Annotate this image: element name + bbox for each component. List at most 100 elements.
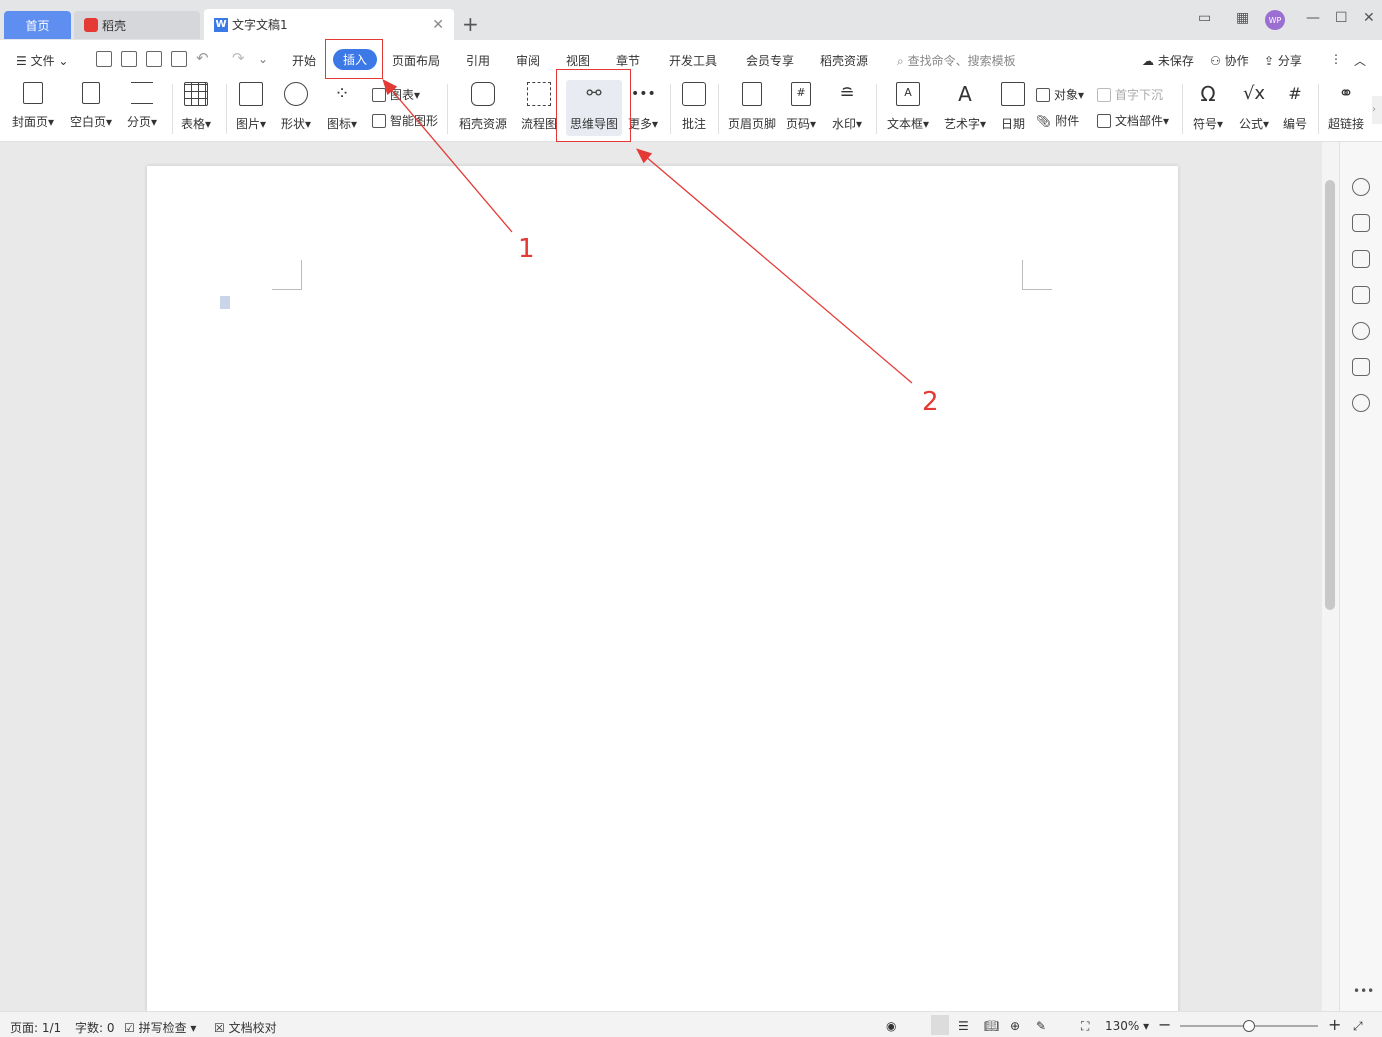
close-tab-icon[interactable]: ✕	[432, 17, 444, 33]
daoke-resources-button[interactable]: 稻壳资源	[459, 82, 507, 132]
collaborate-button[interactable]: ⚇ 协作	[1210, 52, 1249, 69]
undo-icon[interactable]: ↶	[196, 49, 209, 67]
blank-page-button[interactable]: 空白页▾	[70, 82, 112, 130]
file-menu[interactable]: ☰ 文件 ⌄	[16, 52, 68, 69]
page-break-button[interactable]: 分页▾	[127, 82, 157, 130]
formula-label: 公式	[1239, 117, 1264, 131]
scrollbar-thumb[interactable]	[1325, 180, 1335, 610]
menu-review[interactable]: 审阅	[516, 52, 540, 69]
save-icon[interactable]	[96, 51, 112, 67]
sliders-icon[interactable]	[1352, 286, 1370, 304]
command-search[interactable]: ⌕ 查找命令、搜索模板	[897, 52, 1016, 69]
table-button[interactable]: 表格▾	[181, 82, 211, 132]
picture-button[interactable]: 图片▾	[236, 82, 266, 132]
share-button[interactable]: ⇪ 分享	[1264, 52, 1302, 69]
flowchart-button[interactable]: 流程图	[521, 82, 557, 132]
page-indicator[interactable]: 页面: 1/1	[10, 1019, 61, 1036]
page-view-icon[interactable]	[931, 1015, 949, 1035]
cursor-icon[interactable]	[1352, 250, 1370, 268]
cloud-status[interactable]: ☁ 未保存	[1142, 52, 1194, 69]
print-icon[interactable]	[146, 51, 162, 67]
object-button[interactable]: 对象 ▾	[1036, 86, 1084, 103]
ribbon-scroll-right-icon[interactable]: ›	[1372, 96, 1382, 124]
more-options-icon[interactable]: ⋮	[1330, 52, 1342, 66]
proofread-icon: ☒	[214, 1021, 225, 1035]
watermark-button[interactable]: ≘ 水印▾	[832, 82, 862, 132]
quick-access-more-icon[interactable]: ⌄	[258, 52, 268, 66]
outline-view-icon[interactable]: ☰	[958, 1019, 969, 1033]
apps-grid-icon[interactable]: ▦	[1236, 10, 1249, 26]
tab-home[interactable]: 首页	[4, 11, 71, 39]
dropcap-label: 首字下沉	[1115, 88, 1164, 102]
menu-section[interactable]: 章节	[616, 52, 640, 69]
document-page[interactable]	[147, 166, 1178, 1026]
zoom-level[interactable]: 130% ▾	[1105, 1019, 1149, 1033]
icon-button[interactable]: ⁘ 图标▾	[327, 82, 357, 132]
cover-page-button[interactable]: 封面页▾	[12, 82, 54, 130]
tab-daoke[interactable]: 稻壳	[74, 11, 200, 39]
more-button[interactable]: ••• 更多▾	[628, 82, 658, 132]
print-preview-icon[interactable]	[171, 51, 187, 67]
spellcheck-label: 拼写检查	[138, 1021, 187, 1035]
menu-daoke-resources[interactable]: 稻壳资源	[820, 52, 868, 69]
word-count[interactable]: 字数: 0	[75, 1019, 115, 1036]
lightning-icon[interactable]	[1352, 394, 1370, 412]
new-tab-icon[interactable]: +	[462, 12, 479, 36]
shape-button[interactable]: 形状▾	[281, 82, 311, 132]
attachment-button[interactable]: 📎︎ 附件	[1036, 112, 1079, 129]
date-button[interactable]: 日期	[1001, 82, 1025, 132]
menu-start[interactable]: 开始	[292, 52, 316, 69]
wordart-button[interactable]: A 艺术字▾	[944, 82, 986, 132]
hyperlink-button[interactable]: ⚭ 超链接	[1328, 82, 1364, 132]
chart-icon	[372, 87, 386, 102]
page-number-button[interactable]: # 页码▾	[786, 82, 816, 132]
vertical-scrollbar[interactable]	[1322, 142, 1339, 1011]
menu-references[interactable]: 引用	[466, 52, 490, 69]
zoom-out-icon[interactable]: −	[1158, 1015, 1171, 1034]
reading-view-icon[interactable]: 📖︎	[984, 1019, 999, 1033]
menu-developer[interactable]: 开发工具	[669, 52, 717, 69]
right-side-panel: •••	[1339, 142, 1382, 1011]
numbering-button[interactable]: # 编号	[1283, 82, 1307, 132]
paragraph-options-icon[interactable]	[220, 296, 230, 309]
menu-member[interactable]: 会员专享	[746, 52, 794, 69]
smartart-button[interactable]: 智能图形	[372, 112, 438, 129]
comment-button[interactable]: 批注	[682, 82, 706, 132]
close-window-icon[interactable]: ✕	[1363, 10, 1375, 26]
avatar[interactable]: WP	[1265, 10, 1285, 30]
maximize-icon[interactable]: ☐	[1335, 10, 1348, 26]
doc-parts-button[interactable]: 文档部件 ▾	[1097, 112, 1169, 129]
chart-button[interactable]: 图表 ▾	[372, 86, 420, 103]
zoom-in-icon[interactable]: +	[1328, 1015, 1341, 1034]
help-icon[interactable]	[1352, 322, 1370, 340]
layout-icon[interactable]: ▭	[1198, 10, 1211, 26]
dropcap-button[interactable]: 首字下沉	[1097, 86, 1163, 103]
fit-page-icon[interactable]: ⛶	[1081, 1019, 1089, 1034]
rocket-icon[interactable]	[1352, 178, 1370, 196]
collapse-ribbon-icon[interactable]: ︿	[1354, 52, 1366, 69]
share-label: 分享	[1277, 54, 1302, 68]
header-footer-label: 页眉页脚	[728, 117, 777, 131]
comment-label: 批注	[682, 117, 707, 131]
fullscreen-icon[interactable]: ⤢	[1353, 1019, 1363, 1034]
eye-icon[interactable]: ◉	[886, 1019, 896, 1033]
minimize-icon[interactable]: —	[1306, 10, 1320, 26]
more-panel-icon[interactable]: •••	[1353, 984, 1374, 998]
zoom-slider-knob[interactable]	[1243, 1020, 1255, 1032]
proofread-button[interactable]: ☒ 文档校对	[214, 1019, 277, 1036]
translate-icon[interactable]	[1352, 358, 1370, 376]
tab-document[interactable]: W 文字文稿1 ✕	[204, 9, 454, 40]
web-view-icon[interactable]: ⊕	[1010, 1019, 1020, 1033]
pen-icon[interactable]	[1352, 214, 1370, 232]
symbol-button[interactable]: Ω 符号▾	[1193, 82, 1223, 132]
menu-page-layout[interactable]: 页面布局	[392, 52, 440, 69]
write-mode-icon[interactable]: ✎	[1036, 1019, 1046, 1033]
menu-view[interactable]: 视图	[566, 52, 590, 69]
export-pdf-icon[interactable]	[121, 51, 137, 67]
spellcheck-button[interactable]: ☑ 拼写检查 ▾	[124, 1019, 196, 1036]
header-footer-button[interactable]: 页眉页脚	[728, 82, 776, 132]
redo-icon[interactable]: ↷	[232, 49, 245, 67]
page-break-label: 分页	[127, 115, 152, 129]
textbox-button[interactable]: A 文本框▾	[887, 82, 929, 132]
formula-button[interactable]: √x 公式▾	[1239, 82, 1269, 132]
